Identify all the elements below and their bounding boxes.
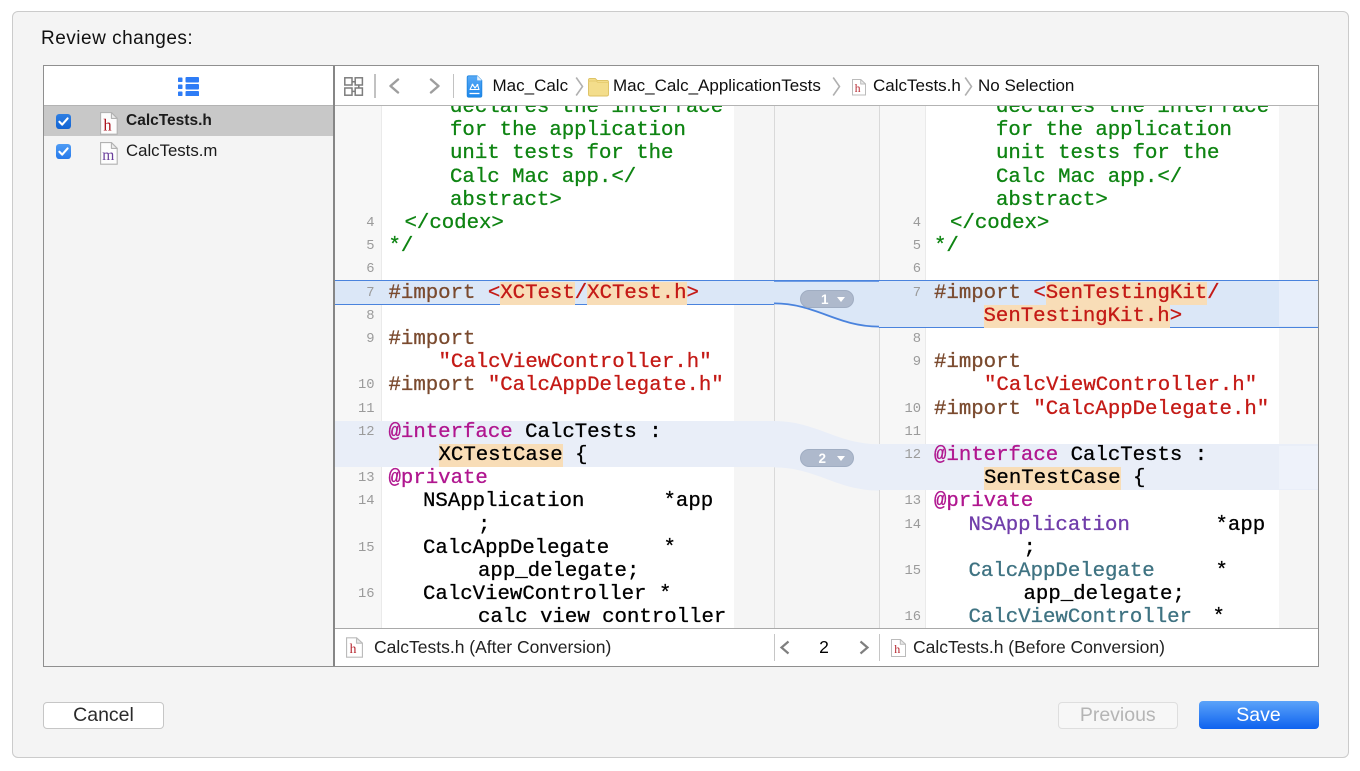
svg-text:h: h	[103, 115, 112, 134]
svg-text:m: m	[102, 147, 114, 164]
svg-text:h: h	[350, 641, 357, 656]
svg-text:h: h	[855, 83, 861, 95]
svg-text:h: h	[894, 642, 900, 656]
